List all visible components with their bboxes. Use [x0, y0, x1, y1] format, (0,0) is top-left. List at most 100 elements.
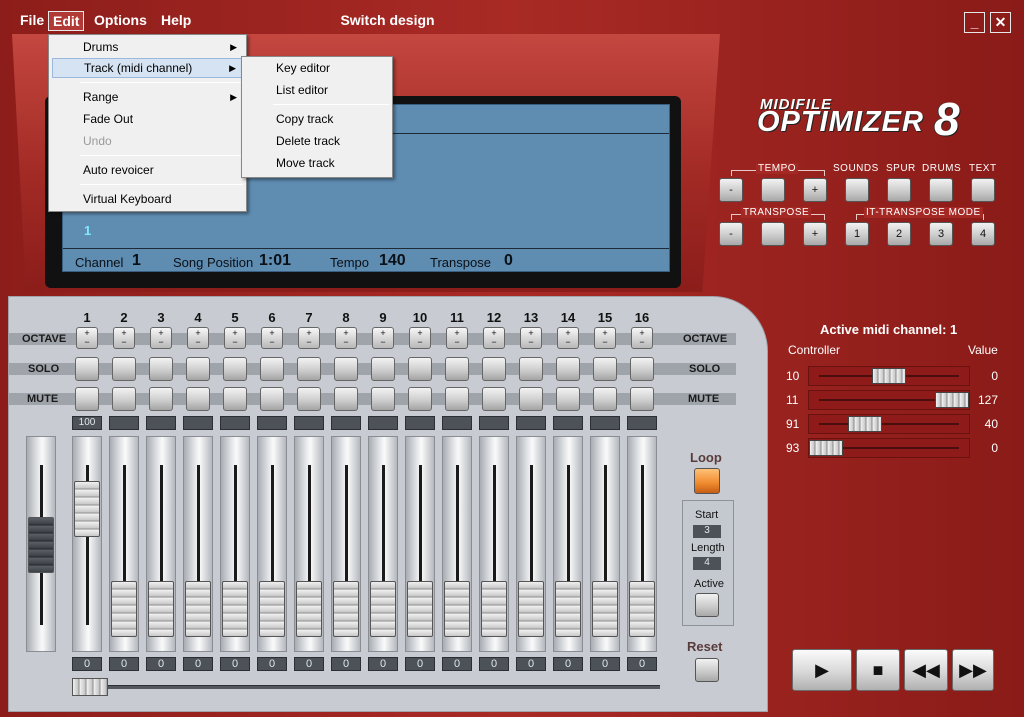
- channel-fader[interactable]: [294, 436, 324, 652]
- controller-slider[interactable]: [808, 366, 970, 386]
- loop-toggle[interactable]: [694, 468, 720, 494]
- it-mode-2-button[interactable]: 2: [887, 222, 911, 246]
- solo-button[interactable]: [260, 357, 284, 381]
- channel-fader[interactable]: [590, 436, 620, 652]
- fader-knob[interactable]: [74, 481, 100, 537]
- octave-stepper[interactable]: + −: [335, 327, 357, 349]
- it-mode-3-button[interactable]: 3: [929, 222, 953, 246]
- length-value[interactable]: 4: [693, 557, 721, 570]
- tempo-reset-button[interactable]: [761, 178, 785, 202]
- controller-slider[interactable]: [808, 414, 970, 434]
- menu-item-drums[interactable]: Drums ▶: [52, 37, 243, 57]
- fader-knob[interactable]: [296, 581, 322, 637]
- channel-fader[interactable]: [516, 436, 546, 652]
- fader-knob[interactable]: [629, 581, 655, 637]
- channel-fader[interactable]: [442, 436, 472, 652]
- pan-slider-track[interactable]: [72, 685, 660, 689]
- solo-button[interactable]: [593, 357, 617, 381]
- octave-down-icon[interactable]: −: [114, 338, 134, 347]
- octave-stepper[interactable]: + −: [224, 327, 246, 349]
- submenu-item-key-editor[interactable]: Key editor: [245, 58, 389, 78]
- spur-button[interactable]: [887, 178, 911, 202]
- octave-stepper[interactable]: + −: [409, 327, 431, 349]
- mute-button[interactable]: [408, 387, 432, 411]
- pan-slider-knob[interactable]: [72, 678, 108, 696]
- octave-down-icon[interactable]: −: [262, 338, 282, 347]
- mute-button[interactable]: [223, 387, 247, 411]
- fader-knob[interactable]: [370, 581, 396, 637]
- tempo-plus-button[interactable]: +: [803, 178, 827, 202]
- mute-button[interactable]: [630, 387, 654, 411]
- channel-fader[interactable]: [479, 436, 509, 652]
- play-button[interactable]: ▶: [792, 649, 852, 691]
- octave-stepper[interactable]: + −: [113, 327, 135, 349]
- fader-knob[interactable]: [111, 581, 137, 637]
- octave-stepper[interactable]: + −: [187, 327, 209, 349]
- channel-fader[interactable]: [146, 436, 176, 652]
- octave-down-icon[interactable]: −: [632, 338, 652, 347]
- octave-stepper[interactable]: + −: [594, 327, 616, 349]
- mute-button[interactable]: [556, 387, 580, 411]
- octave-stepper[interactable]: + −: [446, 327, 468, 349]
- channel-fader[interactable]: [72, 436, 102, 652]
- octave-down-icon[interactable]: −: [595, 338, 615, 347]
- octave-down-icon[interactable]: −: [484, 338, 504, 347]
- octave-down-icon[interactable]: −: [373, 338, 393, 347]
- solo-button[interactable]: [223, 357, 247, 381]
- controller-slider[interactable]: [808, 390, 970, 410]
- solo-button[interactable]: [112, 357, 136, 381]
- octave-down-icon[interactable]: −: [188, 338, 208, 347]
- octave-down-icon[interactable]: −: [558, 338, 578, 347]
- octave-stepper[interactable]: + −: [631, 327, 653, 349]
- solo-button[interactable]: [75, 357, 99, 381]
- transpose-reset-button[interactable]: [761, 222, 785, 246]
- fader-knob[interactable]: [333, 581, 359, 637]
- solo-button[interactable]: [334, 357, 358, 381]
- mute-button[interactable]: [371, 387, 395, 411]
- octave-stepper[interactable]: + −: [557, 327, 579, 349]
- octave-down-icon[interactable]: −: [77, 338, 97, 347]
- solo-button[interactable]: [297, 357, 321, 381]
- channel-fader[interactable]: [183, 436, 213, 652]
- channel-fader[interactable]: [220, 436, 250, 652]
- fader-knob[interactable]: [481, 581, 507, 637]
- solo-button[interactable]: [482, 357, 506, 381]
- octave-stepper[interactable]: + −: [483, 327, 505, 349]
- start-value[interactable]: 3: [693, 525, 721, 538]
- master-fader[interactable]: [26, 436, 56, 652]
- solo-button[interactable]: [630, 357, 654, 381]
- tempo-minus-button[interactable]: -: [719, 178, 743, 202]
- close-button[interactable]: ✕: [990, 12, 1011, 33]
- mute-button[interactable]: [519, 387, 543, 411]
- channel-fader[interactable]: [553, 436, 583, 652]
- fader-knob[interactable]: [185, 581, 211, 637]
- mute-button[interactable]: [334, 387, 358, 411]
- octave-down-icon[interactable]: −: [336, 338, 356, 347]
- mute-button[interactable]: [260, 387, 284, 411]
- it-mode-1-button[interactable]: 1: [845, 222, 869, 246]
- text-button[interactable]: [971, 178, 995, 202]
- fast-forward-button[interactable]: ▶▶: [952, 649, 994, 691]
- minimize-button[interactable]: _: [964, 12, 985, 33]
- controller-knob[interactable]: [809, 440, 843, 456]
- fader-knob[interactable]: [555, 581, 581, 637]
- octave-stepper[interactable]: + −: [520, 327, 542, 349]
- octave-stepper[interactable]: + −: [372, 327, 394, 349]
- octave-down-icon[interactable]: −: [225, 338, 245, 347]
- submenu-item-copy-track[interactable]: Copy track: [245, 109, 389, 129]
- octave-down-icon[interactable]: −: [447, 338, 467, 347]
- menu-item-track[interactable]: Track (midi channel) ▶: [52, 58, 243, 78]
- reset-button[interactable]: [695, 658, 719, 682]
- transpose-minus-button[interactable]: -: [719, 222, 743, 246]
- octave-stepper[interactable]: + −: [298, 327, 320, 349]
- stop-button[interactable]: ■: [856, 649, 900, 691]
- mute-button[interactable]: [149, 387, 173, 411]
- channel-fader[interactable]: [368, 436, 398, 652]
- fader-knob[interactable]: [407, 581, 433, 637]
- menu-item-range[interactable]: Range ▶: [52, 87, 243, 107]
- solo-button[interactable]: [408, 357, 432, 381]
- menu-item-fade-out[interactable]: Fade Out: [52, 109, 243, 129]
- active-toggle[interactable]: [695, 593, 719, 617]
- octave-down-icon[interactable]: −: [521, 338, 541, 347]
- menu-item-auto-revoicer[interactable]: Auto revoicer: [52, 160, 243, 180]
